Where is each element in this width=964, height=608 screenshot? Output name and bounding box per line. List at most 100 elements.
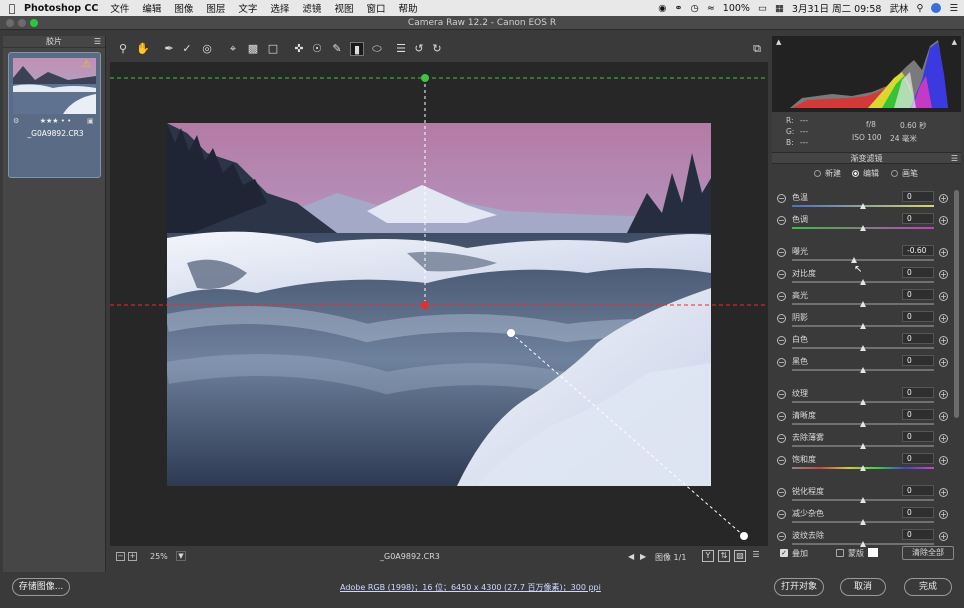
mask-color-swatch[interactable] [868, 548, 878, 557]
user-name[interactable]: 武林 [889, 1, 908, 15]
slider-value-input[interactable]: 0 [902, 387, 934, 398]
done-button[interactable]: 完成 [904, 578, 952, 596]
slider-plus-icon[interactable]: + [939, 510, 948, 519]
prev-image-icon[interactable]: ◀ [628, 552, 634, 561]
straighten-tool-icon[interactable]: ▩ [246, 42, 260, 56]
slider-plus-icon[interactable]: + [939, 292, 948, 301]
zoom-tool-icon[interactable]: ⚲ [116, 42, 130, 56]
minimize-icon[interactable] [18, 19, 26, 27]
mode-new-radio[interactable] [814, 170, 821, 177]
crop-tool-icon[interactable]: ⌖ [226, 42, 240, 56]
slider-plus-icon[interactable]: + [939, 532, 948, 541]
slider-minus-icon[interactable]: − [777, 434, 786, 443]
panel-scrollbar[interactable] [954, 190, 959, 418]
gradient-filter-overlay[interactable] [110, 62, 768, 546]
gradient-secondary-line[interactable] [510, 332, 745, 537]
siri-icon[interactable] [931, 3, 942, 13]
slider-value-input[interactable]: 0 [902, 453, 934, 464]
record-icon[interactable]: ◉ [658, 3, 666, 14]
filmstrip-thumbnail[interactable]: ⚠ ⚙ ▣ ★★★ • • _G0A9892.CR3 [8, 52, 101, 178]
slider-knob[interactable] [860, 323, 866, 329]
zoom-out-icon[interactable]: − [116, 552, 125, 561]
close-icon[interactable] [6, 19, 14, 27]
slider-value-input[interactable]: 0 [902, 333, 934, 344]
radial-filter-icon[interactable]: ⬭ [370, 42, 384, 56]
open-object-button[interactable]: 打开对象 [774, 578, 824, 596]
slider-plus-icon[interactable]: + [939, 194, 948, 203]
shadow-clip-icon[interactable]: ▲ [776, 38, 781, 46]
battery-percent[interactable]: 100% [723, 3, 750, 14]
slider-minus-icon[interactable]: − [777, 532, 786, 541]
slider-value-input[interactable]: 0 [902, 355, 934, 366]
menu-select[interactable]: 选择 [270, 1, 289, 15]
slider-minus-icon[interactable]: − [777, 488, 786, 497]
slider-knob[interactable] [860, 345, 866, 351]
slider-value-input[interactable]: -0.60 [902, 245, 934, 256]
slider-minus-icon[interactable]: − [777, 510, 786, 519]
slider-minus-icon[interactable]: − [777, 248, 786, 257]
preferences-icon[interactable]: ☰ [394, 42, 408, 56]
slider-knob[interactable] [860, 497, 866, 503]
slider-plus-icon[interactable]: + [939, 390, 948, 399]
slider-knob[interactable] [860, 519, 866, 525]
menu-file[interactable]: 文件 [110, 1, 129, 15]
mask-checkbox[interactable] [836, 549, 844, 557]
slider-value-input[interactable]: 0 [902, 191, 934, 202]
swap-icon[interactable]: ⇅ [718, 550, 730, 562]
slider-plus-icon[interactable]: + [939, 358, 948, 367]
slider-knob[interactable] [860, 279, 866, 285]
fullscreen-icon[interactable]: ⧉ [750, 42, 764, 56]
zoom-in-icon[interactable]: + [128, 552, 137, 561]
gradient-end-pin[interactable] [421, 301, 429, 309]
slider-knob[interactable] [860, 399, 866, 405]
workflow-options-link[interactable]: Adobe RGB (1998)；16 位；6450 x 4300 (27.7 … [340, 582, 601, 593]
transform-tool-icon[interactable]: □ [266, 42, 280, 56]
mode-edit-label[interactable]: 编辑 [863, 168, 879, 179]
zoom-level[interactable]: 25% [150, 552, 168, 561]
slider-knob[interactable] [851, 257, 858, 263]
slider-minus-icon[interactable]: − [777, 314, 786, 323]
gradient-secondary-pin-start[interactable] [507, 329, 515, 337]
slider-value-input[interactable]: 0 [902, 311, 934, 322]
clear-all-button[interactable]: 清除全部 [902, 546, 954, 560]
slider-value-input[interactable]: 0 [902, 409, 934, 420]
slider-minus-icon[interactable]: − [777, 194, 786, 203]
menu-image[interactable]: 图像 [174, 1, 193, 15]
slider-knob[interactable] [860, 421, 866, 427]
overlay-checkbox[interactable]: ✓ [780, 549, 788, 557]
menu-help[interactable]: 帮助 [398, 1, 417, 15]
mode-brush-radio[interactable] [891, 170, 898, 177]
input-icon[interactable]: ▦ [775, 3, 784, 14]
rotate-left-icon[interactable]: ↺ [412, 42, 426, 56]
rating-stars[interactable]: ★★★ • • [9, 117, 102, 125]
slider-value-input[interactable]: 0 [902, 289, 934, 300]
slider-knob[interactable] [860, 225, 866, 231]
battery-icon[interactable]: ▭ [758, 3, 767, 14]
slider-knob[interactable] [860, 443, 866, 449]
graduated-filter-icon[interactable]: ▮ [350, 42, 364, 56]
slider-plus-icon[interactable]: + [939, 216, 948, 225]
panel-menu-icon[interactable]: ☰ [951, 153, 958, 165]
target-adjust-tool-icon[interactable]: ◎ [200, 42, 214, 56]
slider-plus-icon[interactable]: + [939, 270, 948, 279]
slider-knob[interactable] [860, 367, 866, 373]
highlight-clip-icon[interactable]: ▲ [952, 38, 957, 46]
rotate-right-icon[interactable]: ↻ [430, 42, 444, 56]
timemachine-icon[interactable]: ◷ [691, 3, 699, 14]
apple-icon[interactable]:  [0, 2, 24, 15]
slider-plus-icon[interactable]: + [939, 314, 948, 323]
menu-icon[interactable]: ☰ [94, 36, 101, 48]
cancel-button[interactable]: 取消 [840, 578, 886, 596]
slider-plus-icon[interactable]: + [939, 434, 948, 443]
before-after-y-button[interactable]: Y [702, 550, 714, 562]
slider-minus-icon[interactable]: − [777, 336, 786, 345]
copy-settings-icon[interactable]: ▨ [734, 550, 746, 562]
spot-removal-tool-icon[interactable]: ✜ [292, 42, 306, 56]
image-canvas[interactable] [110, 62, 768, 546]
notification-icon[interactable]: ☰ [949, 3, 958, 14]
slider-value-input[interactable]: 0 [902, 507, 934, 518]
slider-minus-icon[interactable]: − [777, 412, 786, 421]
slider-plus-icon[interactable]: + [939, 456, 948, 465]
app-menu[interactable]: Photoshop CC [24, 3, 98, 14]
view-settings-icon[interactable]: ☰ [750, 550, 762, 562]
